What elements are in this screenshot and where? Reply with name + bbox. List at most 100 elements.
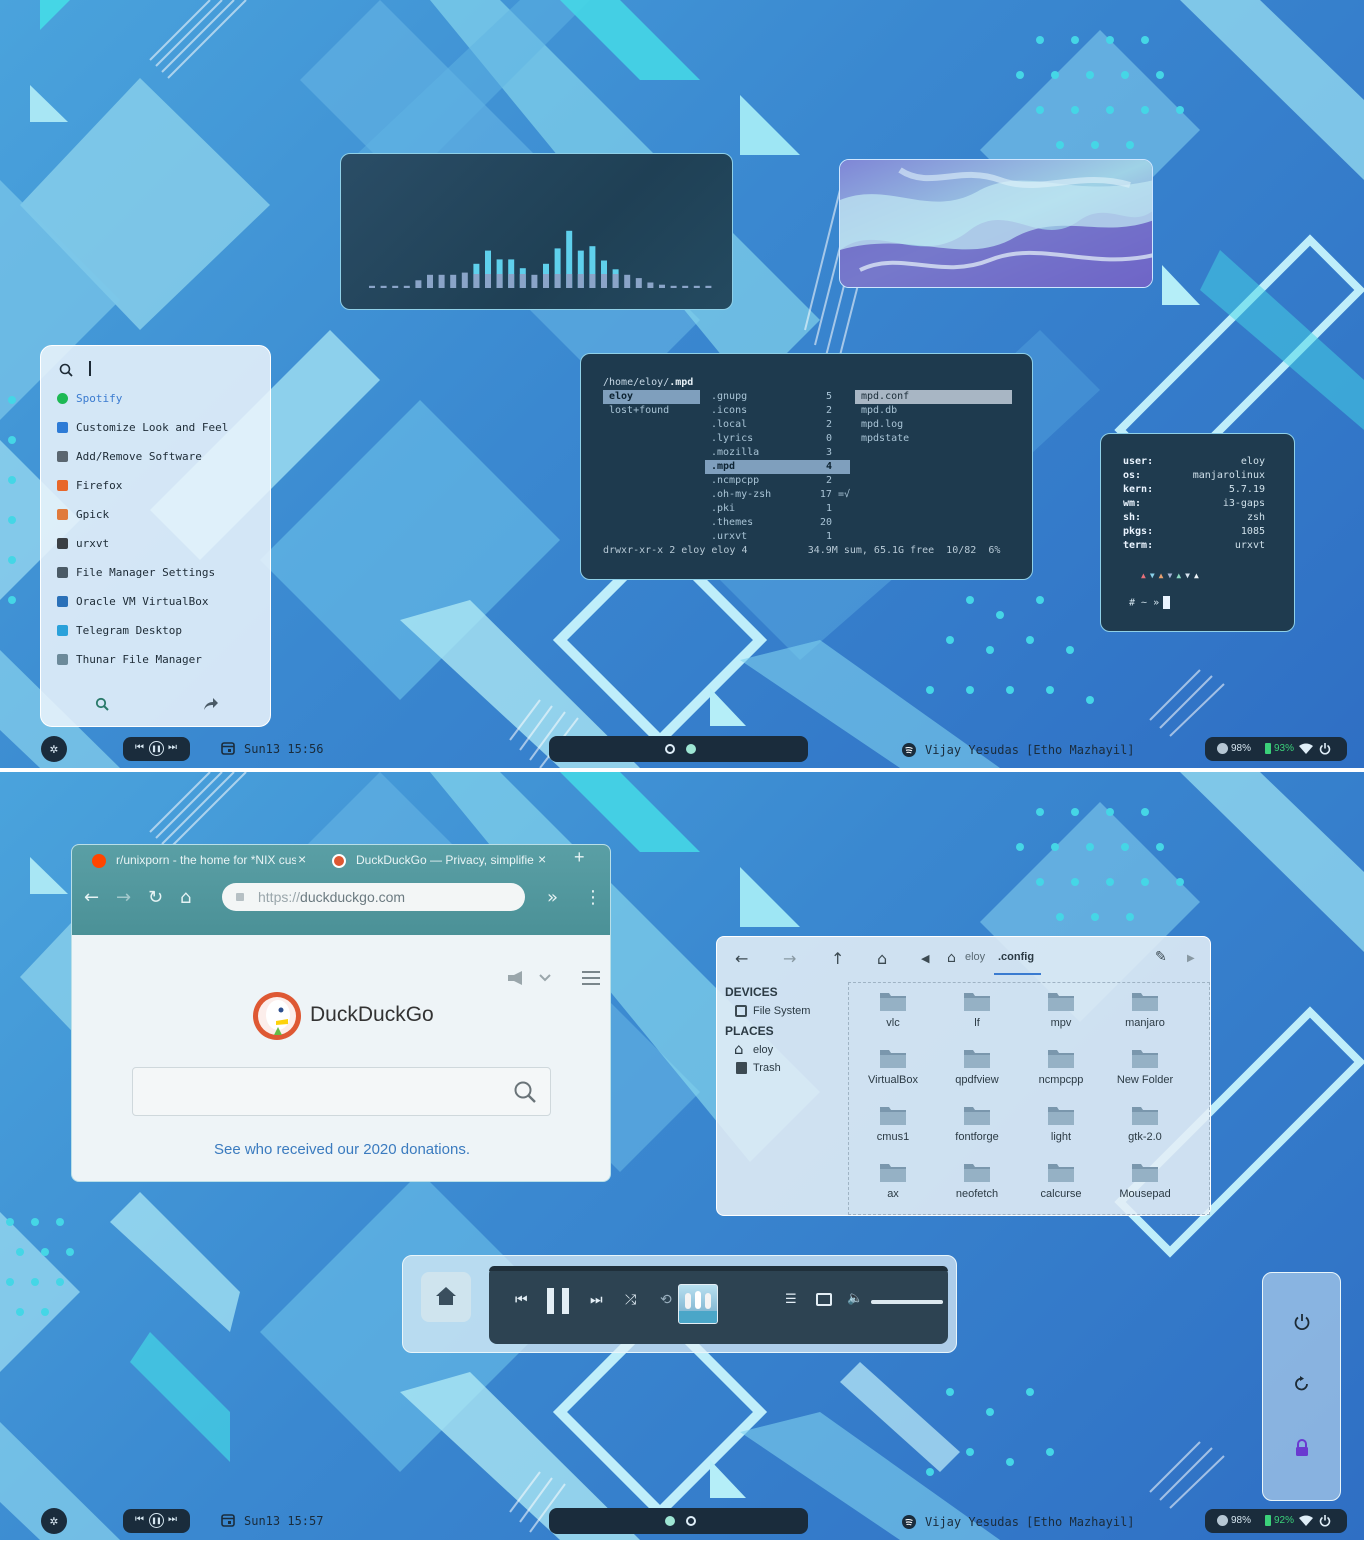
restart-icon[interactable] [1293, 1375, 1311, 1393]
ranger-entry[interactable]: lost+found [603, 404, 700, 418]
folder-item[interactable]: cmus1 [858, 1099, 928, 1151]
search-icon[interactable] [513, 1080, 537, 1104]
breadcrumb-eloy[interactable]: eloy [965, 951, 985, 963]
url-bar[interactable]: https://duckduckgo.com [222, 883, 525, 911]
ranger-entry[interactable]: .mpd 4 [705, 460, 850, 474]
folder-item[interactable]: light [1026, 1099, 1096, 1151]
folder-item[interactable]: fontforge [942, 1099, 1012, 1151]
home-icon[interactable]: ⌂ [877, 949, 887, 968]
folder-item[interactable]: manjaro [1110, 985, 1180, 1037]
donations-link[interactable]: See who received our 2020 donations. [72, 1141, 610, 1158]
wifi-icon[interactable] [1299, 1515, 1313, 1527]
back-icon[interactable]: ← [735, 949, 748, 968]
folder-item[interactable]: Mousepad [1110, 1156, 1180, 1208]
hamburger-menu-icon[interactable] [582, 971, 600, 985]
launcher-item[interactable]: Add/Remove Software [57, 446, 257, 466]
back-icon[interactable]: ← [84, 887, 99, 908]
reload-icon[interactable]: ↻ [148, 887, 163, 908]
overflow-chevron-icon[interactable]: » [547, 887, 558, 908]
ranger-entry[interactable]: .ncmpcpp 2 [705, 474, 850, 488]
launcher-item[interactable]: Oracle VM VirtualBox [57, 591, 257, 611]
playlist-icon[interactable]: ☰ [785, 1292, 797, 1307]
previous-icon[interactable]: ⏮ [135, 742, 144, 753]
shuffle-icon[interactable]: ⤮ [625, 1292, 636, 1308]
folder-item[interactable]: VirtualBox [858, 1042, 928, 1094]
ranger-entry[interactable]: .icons 2 [705, 404, 850, 418]
volume-icon[interactable]: 🔈 [847, 1291, 863, 1306]
next-icon[interactable]: ⏭ [168, 1514, 177, 1525]
folder-item[interactable]: New Folder [1110, 1042, 1180, 1094]
breadcrumb-left-icon[interactable]: ◀ [921, 952, 929, 965]
launcher-item[interactable]: Telegram Desktop [57, 620, 257, 640]
launcher-item[interactable]: Spotify [57, 388, 257, 408]
ranger-entry[interactable]: .mozilla 3 [705, 446, 850, 460]
next-icon[interactable]: ⏭ [590, 1292, 603, 1308]
share-icon[interactable] [203, 697, 219, 711]
sidebar-item-eloy[interactable]: ⌂ eloy [734, 1040, 845, 1058]
new-tab-button[interactable]: + [574, 847, 594, 871]
home-icon[interactable]: ⌂ [180, 887, 191, 908]
announcement-icon[interactable] [506, 969, 552, 987]
ranger-entry[interactable]: .themes 20 [705, 516, 850, 530]
folder-item[interactable]: qpdfview [942, 1042, 1012, 1094]
folder-item[interactable]: ax [858, 1156, 928, 1208]
sidebar-item-file-system[interactable]: File System [735, 1003, 845, 1019]
edit-path-icon[interactable]: ✎ [1155, 949, 1167, 965]
workspace-2[interactable] [686, 1516, 696, 1526]
power-icon[interactable] [1293, 1313, 1311, 1331]
close-tab-icon[interactable]: × [298, 851, 306, 867]
pause-icon[interactable]: ❚❚ [149, 1513, 164, 1528]
wifi-icon[interactable] [1299, 743, 1313, 755]
power-icon[interactable] [1319, 1514, 1331, 1527]
ranger-preview-entry[interactable]: mpd.db [855, 404, 1012, 418]
ranger-entry[interactable]: .lyrics 0 [705, 432, 850, 446]
ranger-entry[interactable]: .oh-my-zsh 17 =√ [705, 488, 850, 502]
workspace-1[interactable] [665, 744, 675, 754]
search-icon[interactable] [95, 697, 109, 711]
folder-item[interactable]: mpv [1026, 985, 1096, 1037]
folder-item[interactable]: neofetch [942, 1156, 1012, 1208]
next-icon[interactable]: ⏭ [168, 742, 177, 753]
ranger-entry[interactable]: eloy [603, 390, 700, 404]
progress-track[interactable] [489, 1266, 948, 1271]
workspace-2[interactable] [686, 744, 696, 754]
ranger-preview-entry[interactable]: mpd.log [855, 418, 1012, 432]
launcher-item[interactable]: urxvt [57, 533, 257, 553]
launcher-item[interactable]: File Manager Settings [57, 562, 257, 582]
ranger-entry[interactable]: .urxvt 1 [705, 530, 850, 544]
launcher-item[interactable]: Firefox [57, 475, 257, 495]
previous-icon[interactable]: ⏮ [515, 1292, 528, 1308]
volume-slider[interactable] [871, 1300, 943, 1304]
home-button[interactable] [421, 1272, 471, 1322]
launcher-item[interactable]: Thunar File Manager [57, 649, 257, 669]
forward-icon[interactable]: → [783, 949, 796, 968]
manjaro-menu-icon[interactable]: ✲ [41, 736, 67, 762]
folder-item[interactable]: calcurse [1026, 1156, 1096, 1208]
power-icon[interactable] [1319, 742, 1331, 755]
previous-icon[interactable]: ⏮ [135, 1514, 144, 1525]
shell-prompt[interactable]: # ~ » [1129, 596, 1171, 609]
ranger-entry[interactable]: .gnupg 5 [705, 390, 850, 404]
folder-item[interactable]: gtk-2.0 [1110, 1099, 1180, 1151]
search-input[interactable] [132, 1067, 551, 1116]
breadcrumb-config[interactable]: .config [998, 951, 1034, 963]
tab-duckduckgo[interactable]: DuckDuckGo — Privacy, simplified. × [332, 851, 552, 875]
ranger-entry[interactable]: .pki 1 [705, 502, 850, 516]
manjaro-menu-icon[interactable]: ✲ [41, 1508, 67, 1534]
launcher-item[interactable]: Customize Look and Feel [57, 417, 257, 437]
ranger-preview-entry[interactable]: mpdstate [855, 432, 1012, 446]
lock-icon[interactable] [1294, 1439, 1310, 1457]
folder-item[interactable]: vlc [858, 985, 928, 1037]
breadcrumb-right-icon[interactable]: ▶ [1187, 953, 1195, 964]
folder-item[interactable]: lf [942, 985, 1012, 1037]
launcher-item[interactable]: Gpick [57, 504, 257, 524]
pause-icon[interactable] [547, 1288, 571, 1314]
tab-reddit[interactable]: r/unixporn - the home for *NIX customiza… [92, 851, 312, 875]
menu-kebab-icon[interactable]: ⋮ [584, 887, 602, 908]
repeat-icon[interactable]: ⟲ [660, 1292, 672, 1308]
ranger-entry[interactable]: .local 2 [705, 418, 850, 432]
sidebar-item-trash[interactable]: Trash [735, 1060, 845, 1076]
launcher-search[interactable] [59, 361, 249, 381]
close-tab-icon[interactable]: × [538, 851, 546, 867]
forward-icon[interactable]: → [116, 887, 131, 908]
